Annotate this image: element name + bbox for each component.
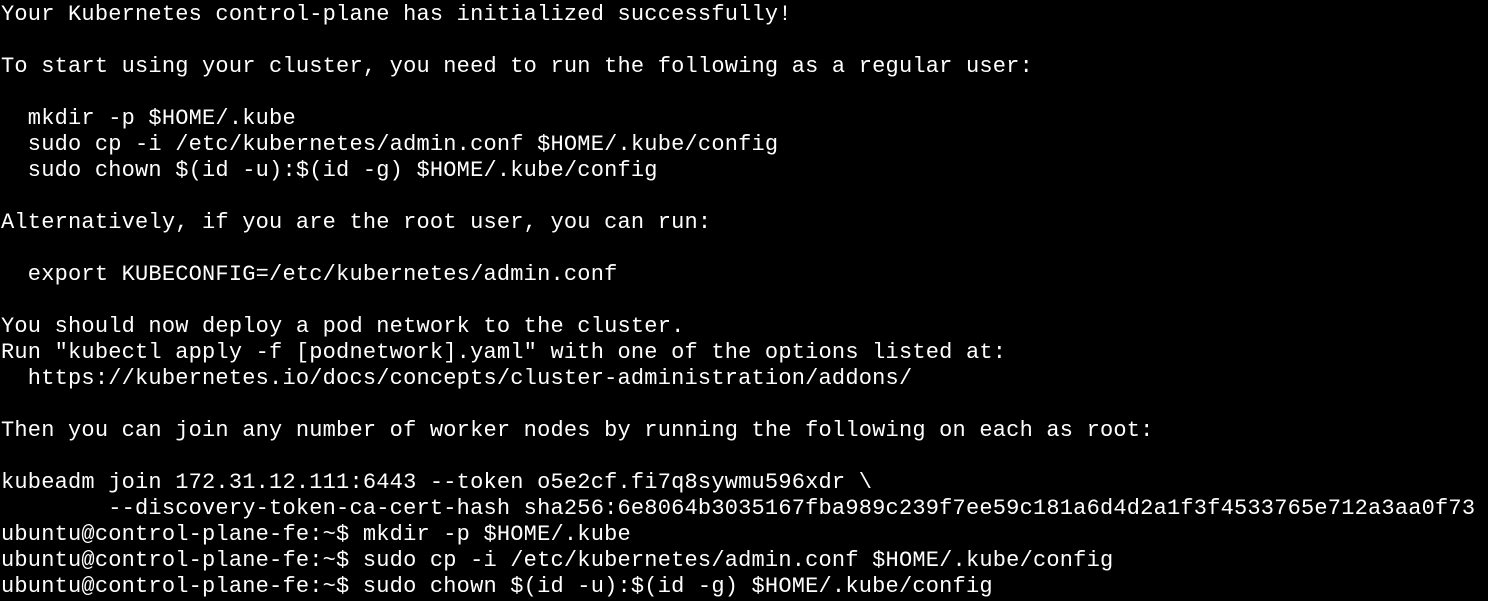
output-regular-user-instructions: To start using your cluster, you need to… bbox=[1, 54, 1033, 79]
output-kubectl-apply-instructions: Run "kubectl apply -f [podnetwork].yaml"… bbox=[1, 340, 1007, 365]
output-success-message: Your Kubernetes control-plane has initia… bbox=[1, 2, 792, 27]
output-root-user-instructions: Alternatively, if you are the root user,… bbox=[1, 210, 712, 235]
prompt-line-mkdir: ubuntu@control-plane-fe:~$ mkdir -p $HOM… bbox=[1, 522, 631, 547]
prompt-line-cp: ubuntu@control-plane-fe:~$ sudo cp -i /e… bbox=[1, 548, 1114, 573]
output-command-cp: sudo cp -i /etc/kubernetes/admin.conf $H… bbox=[1, 132, 779, 157]
prompt-line-chown[interactable]: ubuntu@control-plane-fe:~$ sudo chown $(… bbox=[1, 574, 1488, 600]
output-command-export: export KUBECONFIG=/etc/kubernetes/admin.… bbox=[1, 262, 618, 287]
output-discovery-token-hash: --discovery-token-ca-cert-hash sha256:6e… bbox=[1, 496, 1476, 521]
terminal-window[interactable]: Your Kubernetes control-plane has initia… bbox=[0, 0, 1488, 601]
output-pod-network-message: You should now deploy a pod network to t… bbox=[1, 314, 685, 339]
output-command-mkdir: mkdir -p $HOME/.kube bbox=[1, 106, 296, 131]
output-command-chown: sudo chown $(id -u):$(id -g) $HOME/.kube… bbox=[1, 158, 658, 183]
output-addons-link: https://kubernetes.io/docs/concepts/clus… bbox=[1, 366, 913, 391]
output-join-instructions: Then you can join any number of worker n… bbox=[1, 418, 1154, 443]
output-kubeadm-join-command: kubeadm join 172.31.12.111:6443 --token … bbox=[1, 470, 873, 495]
